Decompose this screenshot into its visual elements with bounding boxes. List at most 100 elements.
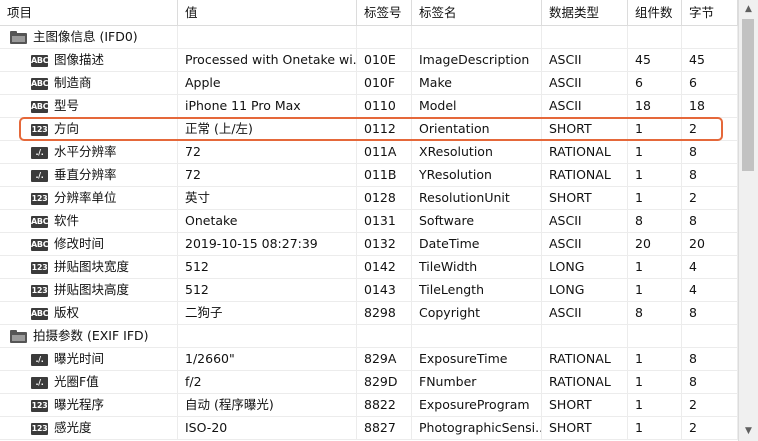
cell-tagname: Software <box>412 210 542 232</box>
rational-type-icon: ./. <box>31 376 48 389</box>
cell-value: 512 <box>178 279 357 301</box>
vertical-scrollbar[interactable]: ▲ ▼ <box>738 0 758 441</box>
cell-bytes: 4 <box>682 279 738 301</box>
item-name: 感光度 <box>54 420 92 435</box>
table-row[interactable]: ABC 软件 Onetake 0131 Software ASCII 8 8 <box>0 210 738 233</box>
table-row[interactable]: 123 拼贴图块高度 512 0143 TileLength LONG 1 4 <box>0 279 738 302</box>
text-type-icon: ABC <box>31 307 49 320</box>
cell-value: Apple <box>178 72 357 94</box>
table-row[interactable]: ./. 曝光时间 1/2660" 829A ExposureTime RATIONAL 1 8 <box>0 348 738 371</box>
cell-value: f/2 <box>178 371 357 393</box>
cell-bytes: 6 <box>682 72 738 94</box>
cell-tag: 829A <box>357 348 412 370</box>
cell-dtype: ASCII <box>542 210 628 232</box>
rational-type-icon: ./. <box>31 146 48 159</box>
scrollbar-thumb[interactable] <box>742 19 754 171</box>
cell-dtype: ASCII <box>542 95 628 117</box>
cell-dtype: LONG <box>542 279 628 301</box>
item-name: 垂直分辨率 <box>54 167 117 182</box>
cell-value: 二狗子 <box>178 302 357 324</box>
cell-dtype: RATIONAL <box>542 348 628 370</box>
item-name: 曝光程序 <box>54 397 105 412</box>
column-header-value[interactable]: 值 <box>178 0 357 25</box>
cell-tag: 011B <box>357 164 412 186</box>
item-name-cell: 拍摄参数 (EXIF IFD) <box>0 325 178 347</box>
cell-value: ISO-20 <box>178 417 357 439</box>
cell-count: 1 <box>628 371 682 393</box>
cell-bytes: 4 <box>682 256 738 278</box>
table-row[interactable]: 123 曝光程序 自动 (程序曝光) 8822 ExposureProgram SHORT… <box>0 394 738 417</box>
item-name-cell: ABC 软件 <box>0 210 178 232</box>
item-name-cell: 123 曝光程序 <box>0 394 178 416</box>
item-name-cell: ABC 型号 <box>0 95 178 117</box>
item-name-cell: ./. 曝光时间 <box>0 348 178 370</box>
cell-bytes <box>682 26 738 48</box>
table-row[interactable]: ABC 修改时间 2019-10-15 08:27:39 0132 DateTime AS… <box>0 233 738 256</box>
column-header-tag-name[interactable]: 标签名 <box>412 0 542 25</box>
cell-tag: 8827 <box>357 417 412 439</box>
column-header-bytes[interactable]: 字节 <box>682 0 738 25</box>
cell-dtype: LONG <box>542 256 628 278</box>
table-row[interactable]: 123 拼贴图块宽度 512 0142 TileWidth LONG 1 4 <box>0 256 738 279</box>
table-row[interactable]: ./. 光圈F值 f/2 829D FNumber RATIONAL 1 8 <box>0 371 738 394</box>
item-name-cell: ./. 水平分辨率 <box>0 141 178 163</box>
cell-tag: 8822 <box>357 394 412 416</box>
item-name-cell: ABC 修改时间 <box>0 233 178 255</box>
table-row[interactable]: ABC 版权 二狗子 8298 Copyright ASCII 8 8 <box>0 302 738 325</box>
cell-count: 6 <box>628 72 682 94</box>
cell-count: 1 <box>628 256 682 278</box>
cell-value: 512 <box>178 256 357 278</box>
table-row[interactable]: ABC 型号 iPhone 11 Pro Max 0110 Model ASCII 18 18 <box>0 95 738 118</box>
item-name-cell: 123 分辨率单位 <box>0 187 178 209</box>
cell-dtype <box>542 325 628 347</box>
exif-table: 项目 值 标签号 标签名 数据类型 组件数 字节 主图像信息 (IFD0) ABC… <box>0 0 738 441</box>
column-header-tag-id[interactable]: 标签号 <box>357 0 412 25</box>
cell-dtype: ASCII <box>542 302 628 324</box>
table-row[interactable]: 123 感光度 ISO-20 8827 PhotographicSensi... SHOR… <box>0 417 738 440</box>
cell-tagname <box>412 325 542 347</box>
item-name-cell: ABC 版权 <box>0 302 178 324</box>
cell-value: Processed with Onetake wi... <box>178 49 357 71</box>
cell-tag: 0143 <box>357 279 412 301</box>
cell-value: 72 <box>178 164 357 186</box>
group-row[interactable]: 主图像信息 (IFD0) <box>0 26 738 49</box>
scroll-down-button[interactable]: ▼ <box>739 422 758 441</box>
column-header-count[interactable]: 组件数 <box>628 0 682 25</box>
table-row[interactable]: 123 分辨率单位 英寸 0128 ResolutionUnit SHORT 1 2 <box>0 187 738 210</box>
item-name-cell: ABC 制造商 <box>0 72 178 94</box>
cell-tagname: Model <box>412 95 542 117</box>
cell-count: 1 <box>628 187 682 209</box>
group-row[interactable]: 拍摄参数 (EXIF IFD) <box>0 325 738 348</box>
table-row[interactable]: ABC 制造商 Apple 010F Make ASCII 6 6 <box>0 72 738 95</box>
item-name: 光圈F值 <box>54 374 99 389</box>
cell-tag: 8298 <box>357 302 412 324</box>
cell-value: Onetake <box>178 210 357 232</box>
orientation-row-highlight <box>19 117 723 141</box>
cell-tagname: FNumber <box>412 371 542 393</box>
cell-count: 8 <box>628 302 682 324</box>
cell-count <box>628 325 682 347</box>
item-name-cell: 123 拼贴图块高度 <box>0 279 178 301</box>
column-header-data-type[interactable]: 数据类型 <box>542 0 628 25</box>
cell-dtype: SHORT <box>542 394 628 416</box>
item-name: 拍摄参数 (EXIF IFD) <box>33 328 149 343</box>
cell-value <box>178 26 357 48</box>
item-name: 拼贴图块高度 <box>54 282 130 297</box>
cell-tag: 011A <box>357 141 412 163</box>
cell-value: 72 <box>178 141 357 163</box>
item-name: 制造商 <box>54 75 92 90</box>
cell-tagname: ExposureTime <box>412 348 542 370</box>
column-header-item[interactable]: 项目 <box>0 0 178 25</box>
cell-tag: 0132 <box>357 233 412 255</box>
table-row[interactable]: ABC 图像描述 Processed with Onetake wi... 010E I… <box>0 49 738 72</box>
table-row[interactable]: ./. 水平分辨率 72 011A XResolution RATIONAL 1 8 <box>0 141 738 164</box>
cell-count: 1 <box>628 164 682 186</box>
scroll-up-button[interactable]: ▲ <box>739 0 758 19</box>
cell-bytes: 8 <box>682 371 738 393</box>
cell-value <box>178 325 357 347</box>
cell-tagname: TileLength <box>412 279 542 301</box>
table-row[interactable]: ./. 垂直分辨率 72 011B YResolution RATIONAL 1 8 <box>0 164 738 187</box>
cell-tag: 0131 <box>357 210 412 232</box>
cell-value: 2019-10-15 08:27:39 <box>178 233 357 255</box>
cell-value: 1/2660" <box>178 348 357 370</box>
